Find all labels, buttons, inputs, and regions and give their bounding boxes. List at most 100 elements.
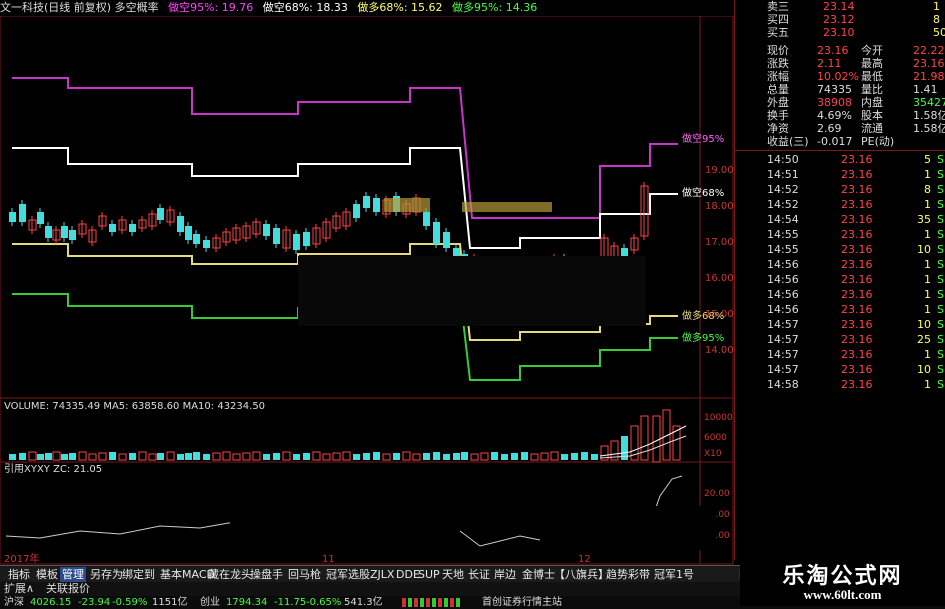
trade-side: S xyxy=(937,168,944,181)
volume-bar xyxy=(423,453,430,460)
indicator-tab[interactable]: 天地 xyxy=(440,567,466,582)
volume-bar xyxy=(591,454,598,460)
stat-label: 净资 xyxy=(767,122,789,135)
sh-value: 4026.15 xyxy=(30,597,72,608)
stat-label: 涨跌 xyxy=(767,57,789,70)
indicator-tab[interactable]: ZJLX xyxy=(368,567,396,582)
stat-label: 换手 xyxy=(767,109,789,122)
volume-bar xyxy=(540,452,549,461)
volume-bar xyxy=(193,452,200,460)
related-quote-button[interactable]: 关联报价 xyxy=(46,582,90,596)
trade-price: 23.16 xyxy=(841,333,873,346)
indicator-tab[interactable]: 长证 xyxy=(466,567,492,582)
trade-vol: 10 xyxy=(917,363,931,376)
broker-name: 首创证券行情主站 xyxy=(482,597,562,608)
kline-chart[interactable]: 19.00 18.00 17.00 16.00 15.00 14.00 做空95… xyxy=(0,16,734,565)
trade-time: 14:50 xyxy=(767,153,799,166)
cy-label: 创业 xyxy=(200,597,220,608)
trade-price: 23.16 xyxy=(841,168,873,181)
indicator-tab[interactable]: 管理 xyxy=(60,567,86,582)
volume-bar xyxy=(252,451,261,461)
indicator-tab[interactable]: 【八旗兵】 xyxy=(552,567,611,582)
legend-long95: 做多95%: 14.36 xyxy=(452,1,538,14)
legend-long68: 做多68%: 15.62 xyxy=(357,1,443,14)
trade-vol: 25 xyxy=(917,333,931,346)
volume-bar xyxy=(342,451,351,461)
trade-side: S xyxy=(937,213,944,226)
indicator-tab[interactable]: 趋势彩带 xyxy=(604,567,652,582)
indicator-tab[interactable]: 回马枪 xyxy=(286,567,323,582)
trade-vol: 10 xyxy=(917,318,931,331)
volume-bar xyxy=(212,452,221,461)
volume-bar xyxy=(157,453,164,460)
indicator-tab[interactable]: 模板 xyxy=(34,567,60,582)
market-breadth-bar xyxy=(402,598,462,607)
stat-value: 74335 xyxy=(817,83,852,96)
indicator-tab[interactable]: 指标 xyxy=(6,567,32,582)
trade-vol: 1 xyxy=(924,348,931,361)
cy-amount: 541.3亿 xyxy=(344,597,383,608)
indicator-tab[interactable]: 冠军1号 xyxy=(652,567,696,582)
trade-side: S xyxy=(937,363,944,376)
date-label: 2017年 xyxy=(4,552,39,565)
volume-bar xyxy=(242,452,251,461)
price-tick: 17.00 xyxy=(705,237,734,248)
stat-label: 最低 xyxy=(861,70,883,83)
volume-bar xyxy=(88,453,97,461)
stat-label: 涨幅 xyxy=(767,70,789,83)
volume-bar xyxy=(640,415,649,461)
ob-vol: 50 xyxy=(933,26,945,39)
trade-price: 23.16 xyxy=(841,258,873,271)
volume-bar xyxy=(52,451,61,461)
vol-tick: X10 xyxy=(704,449,722,459)
trade-vol: 35 xyxy=(917,213,931,226)
trade-side: S xyxy=(937,198,944,211)
volume-bar xyxy=(561,454,568,460)
indicator-tab[interactable]: 冠军选股 xyxy=(324,567,372,582)
volume-bar xyxy=(373,452,380,460)
trade-vol: 1 xyxy=(924,258,931,271)
sh-pct: -0.59% xyxy=(112,597,148,608)
cy-change: -11.75 xyxy=(274,597,307,608)
stat-label: 最高 xyxy=(861,57,883,70)
trade-time: 14:56 xyxy=(767,303,799,316)
expand-button[interactable]: 扩展∧ xyxy=(4,582,34,596)
indicator-tab[interactable]: SUP xyxy=(416,567,442,582)
stat-value: 38908 xyxy=(817,96,852,109)
volume-bar xyxy=(263,454,270,460)
trade-price: 23.16 xyxy=(841,183,873,196)
ob-vol: 1 xyxy=(933,0,940,13)
trade-vol: 1 xyxy=(924,273,931,286)
sh-amount: 1151亿 xyxy=(152,597,188,608)
indicator-tab[interactable]: 操盘手 xyxy=(248,567,285,582)
ob-price: 23.10 xyxy=(823,26,855,39)
stat-value: 4.69% xyxy=(817,109,852,122)
trade-price: 23.16 xyxy=(841,363,873,376)
volume-bar xyxy=(98,452,107,461)
stat-value: 1.58亿 xyxy=(913,122,945,135)
price-tick: 18.00 xyxy=(705,201,734,212)
volume-bar xyxy=(491,452,498,460)
watermark-url: www.60lt.com xyxy=(803,587,882,602)
legend-short68: 做空68%: 18.33 xyxy=(262,1,348,14)
volume-bar xyxy=(521,452,528,460)
highlight-box xyxy=(462,202,552,212)
trade-price: 23.16 xyxy=(841,348,873,361)
site-watermark: 乐淘公式网 www.60lt.com xyxy=(740,556,945,606)
volume-bar xyxy=(203,454,210,460)
volume-bar xyxy=(109,452,116,460)
trade-vol: 1 xyxy=(924,228,931,241)
trade-price: 23.16 xyxy=(841,303,873,316)
indicator-tab[interactable]: 岸边 xyxy=(492,567,518,582)
trade-vol: 1 xyxy=(924,288,931,301)
watermark-title: 乐淘公式网 xyxy=(782,564,903,589)
volume-bar xyxy=(402,451,411,461)
indicator-tab[interactable]: 绑定到 xyxy=(120,567,157,582)
stat-value: 35427 xyxy=(913,96,945,109)
volume-bar xyxy=(332,452,341,461)
vol-tick: 6000 xyxy=(704,433,727,443)
volume-bar xyxy=(550,451,559,461)
indicator-tab[interactable]: 藏在龙头 xyxy=(206,567,254,582)
stat-label: 现价 xyxy=(767,44,789,57)
trade-price: 23.16 xyxy=(841,198,873,211)
